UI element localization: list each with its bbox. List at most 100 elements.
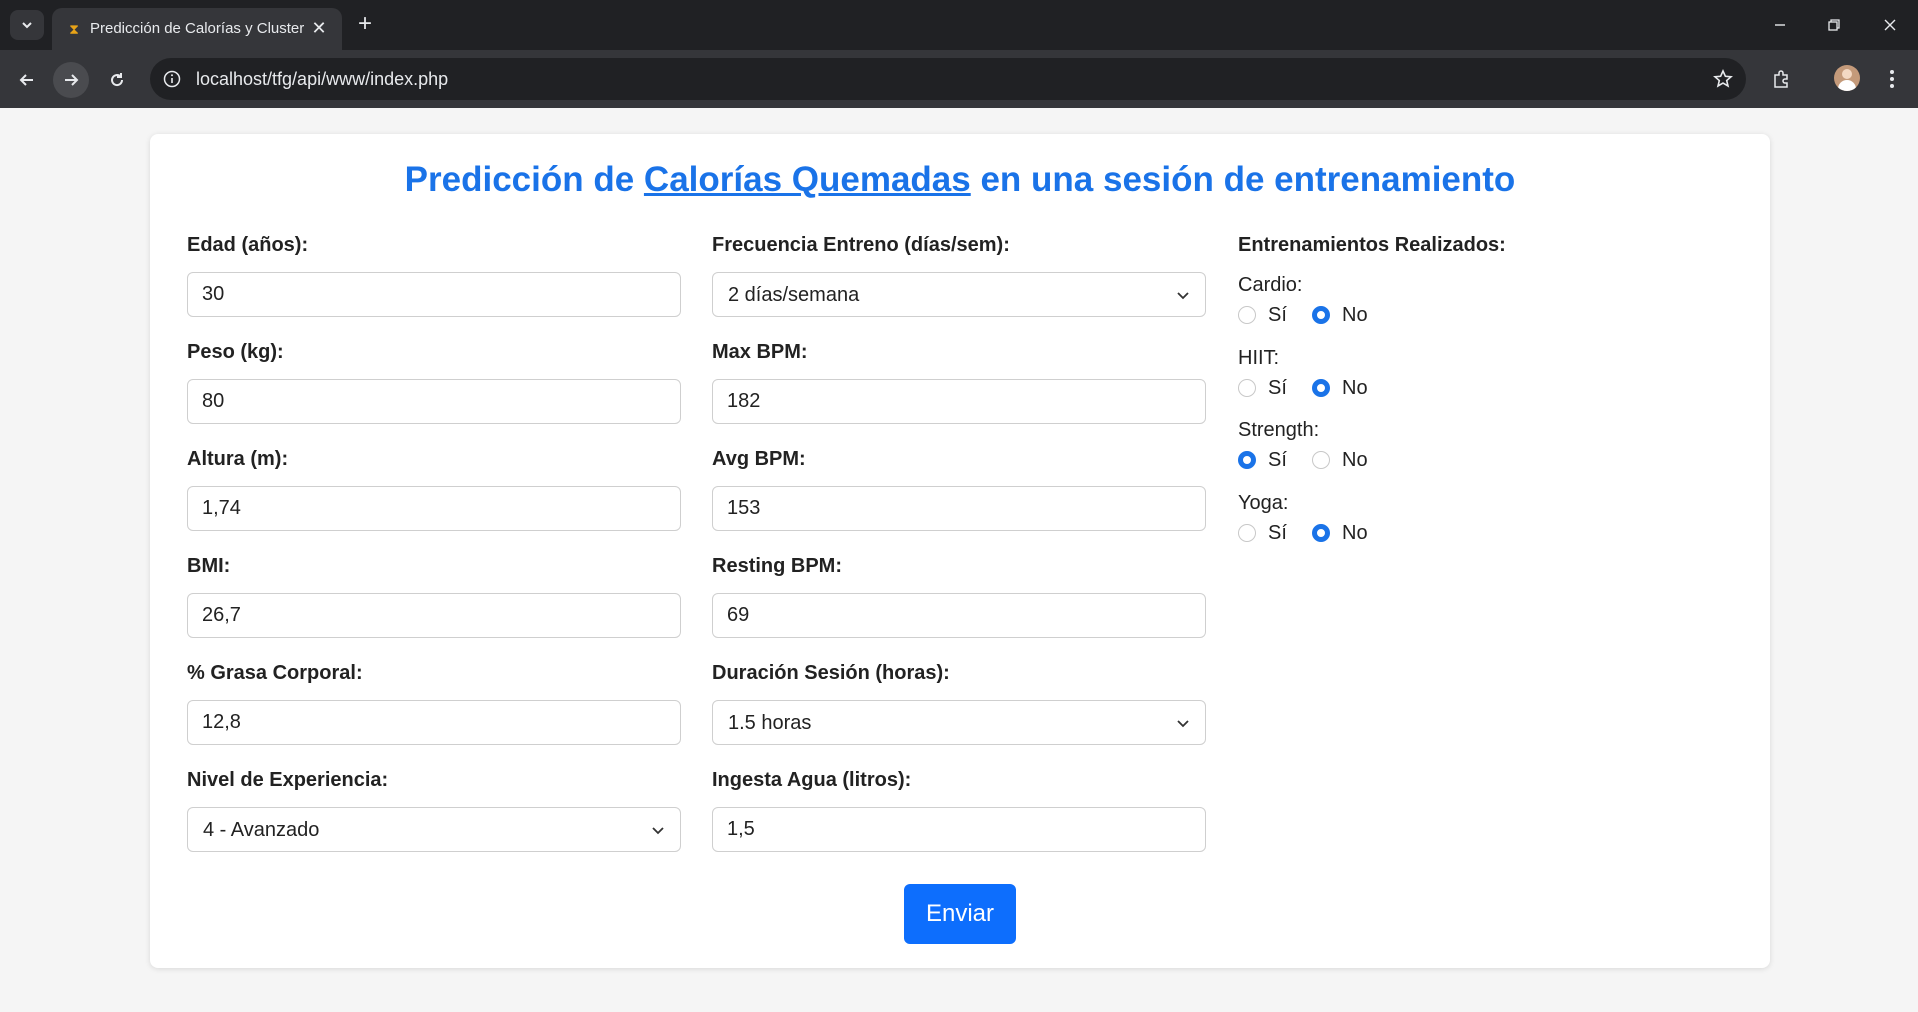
submit-button[interactable]: Enviar [904, 884, 1016, 944]
field-label: Nivel de Experiencia: [187, 769, 389, 791]
select-value: 4 - Avanzado [203, 819, 320, 841]
radio-button[interactable] [1238, 524, 1256, 542]
title-highlight: Calorías Quemadas [643, 160, 971, 199]
duracion-select[interactable]: 1.5 horas [712, 700, 1206, 745]
radio-cardio-no[interactable]: No [1312, 302, 1368, 328]
minimize-icon[interactable] [1760, 10, 1800, 40]
radio-label: No [1342, 376, 1368, 399]
radio-label: No [1342, 303, 1368, 326]
avg-bpm-input[interactable] [727, 487, 1177, 530]
chevron-down-icon [652, 827, 664, 835]
field-label: Resting BPM: [712, 555, 842, 577]
radio-group-label: HIIT: [1238, 347, 1280, 369]
field-frecuencia: Frecuencia Entreno (días/sem): 2 días/se… [712, 234, 1208, 341]
field-bmi: BMI: [187, 555, 683, 662]
field-label: Peso (kg): [187, 341, 284, 363]
radio-button-checked[interactable] [1312, 306, 1330, 324]
select-value: 1.5 horas [728, 712, 812, 734]
restore-icon[interactable] [1814, 10, 1854, 40]
form-card: Predicción de Calorías Quemadas en una s… [150, 134, 1770, 968]
ingesta-agua-input[interactable] [727, 808, 1177, 851]
radio-button[interactable] [1238, 379, 1256, 397]
peso-input[interactable] [202, 380, 652, 423]
back-icon[interactable] [9, 62, 45, 98]
field-label: Avg BPM: [712, 448, 806, 470]
browser-menu-icon[interactable] [1880, 64, 1904, 94]
field-label: % Grasa Corporal: [187, 662, 363, 684]
radio-button[interactable] [1238, 306, 1256, 324]
radio-label: No [1342, 448, 1368, 471]
new-tab-icon[interactable]: + [352, 12, 378, 38]
radio-label: Sí [1268, 521, 1287, 544]
browser-tab[interactable]: ⧗ Predicción de Calorías y Cluster ✕ [52, 8, 342, 50]
browser-toolbar: localhost/tfg/api/www/index.php [0, 50, 1918, 108]
address-url[interactable]: localhost/tfg/api/www/index.php [196, 69, 448, 90]
field-grasa: % Grasa Corporal: [187, 662, 683, 769]
field-peso: Peso (kg): [187, 341, 683, 448]
radio-button[interactable] [1312, 451, 1330, 469]
radio-hiit-si[interactable]: Sí [1238, 375, 1287, 401]
form-column-1: Edad (años): Peso (kg): Altura (m): BMI:… [187, 234, 683, 876]
radio-cardio-si[interactable]: Sí [1238, 302, 1287, 328]
field-label: Altura (m): [187, 448, 289, 470]
radio-button-checked[interactable] [1312, 379, 1330, 397]
radio-group-label: Yoga: [1238, 492, 1289, 514]
radio-label: Sí [1268, 448, 1287, 471]
close-tab-icon[interactable]: ✕ [308, 17, 330, 39]
field-altura: Altura (m): [187, 448, 683, 555]
address-bar[interactable]: localhost/tfg/api/www/index.php [150, 58, 1746, 100]
site-info-icon[interactable] [162, 69, 182, 89]
radio-yoga-si[interactable]: Sí [1238, 520, 1287, 546]
chevron-down-icon [1177, 292, 1189, 300]
radio-group-cardio: Cardio: Sí No [1238, 274, 1638, 344]
hourglass-icon: ⧗ [69, 21, 79, 37]
select-value: 2 días/semana [728, 284, 860, 306]
field-label: Max BPM: [712, 341, 808, 363]
close-window-icon[interactable] [1870, 10, 1910, 40]
field-agua: Ingesta Agua (litros): [712, 769, 1208, 876]
profile-avatar[interactable] [1834, 65, 1860, 91]
max-bpm-input[interactable] [727, 380, 1177, 423]
chevron-down-icon [1177, 720, 1189, 728]
frecuencia-select[interactable]: 2 días/semana [712, 272, 1206, 317]
bmi-input[interactable] [202, 594, 652, 637]
radio-yoga-no[interactable]: No [1312, 520, 1368, 546]
forward-icon[interactable] [53, 62, 89, 98]
radio-label: No [1342, 521, 1368, 544]
field-resting-bpm: Resting BPM: [712, 555, 1208, 662]
reload-icon[interactable] [99, 62, 135, 98]
radio-button-checked[interactable] [1238, 451, 1256, 469]
field-label: Ingesta Agua (litros): [712, 769, 912, 791]
field-max-bpm: Max BPM: [712, 341, 1208, 448]
field-edad: Edad (años): [187, 234, 683, 341]
field-avg-bpm: Avg BPM: [712, 448, 1208, 555]
radio-button-checked[interactable] [1312, 524, 1330, 542]
radio-strength-si[interactable]: Sí [1238, 447, 1287, 473]
radio-label: Sí [1268, 376, 1287, 399]
page-title: Predicción de Calorías Quemadas en una s… [404, 160, 1516, 199]
radio-strength-no[interactable]: No [1312, 447, 1368, 473]
browser-tab-bar: ⧗ Predicción de Calorías y Cluster ✕ + [0, 0, 1918, 50]
resting-bpm-input[interactable] [727, 594, 1177, 637]
field-label: Duración Sesión (horas): [712, 662, 950, 684]
radio-label: Sí [1268, 303, 1287, 326]
form-column-2: Frecuencia Entreno (días/sem): 2 días/se… [712, 234, 1208, 876]
bookmark-star-icon[interactable] [1712, 68, 1734, 90]
edad-input[interactable] [202, 273, 652, 316]
experiencia-select[interactable]: 4 - Avanzado [187, 807, 681, 852]
trainings-title: Entrenamientos Realizados: [1238, 234, 1506, 256]
tab-search-button[interactable] [10, 10, 44, 40]
field-label: BMI: [187, 555, 231, 577]
radio-group-strength: Strength: Sí No [1238, 419, 1638, 489]
field-duracion: Duración Sesión (horas): 1.5 horas [712, 662, 1208, 769]
radio-hiit-no[interactable]: No [1312, 375, 1368, 401]
radio-group-label: Strength: [1238, 419, 1320, 441]
radio-group-label: Cardio: [1238, 274, 1303, 296]
extensions-icon[interactable] [1766, 64, 1796, 94]
field-label: Edad (años): [187, 234, 309, 256]
chevron-down-icon [22, 22, 32, 29]
field-experiencia: Nivel de Experiencia: 4 - Avanzado [187, 769, 683, 876]
altura-input[interactable] [202, 487, 652, 530]
field-label: Frecuencia Entreno (días/sem): [712, 234, 1010, 256]
grasa-corporal-input[interactable] [202, 701, 652, 744]
